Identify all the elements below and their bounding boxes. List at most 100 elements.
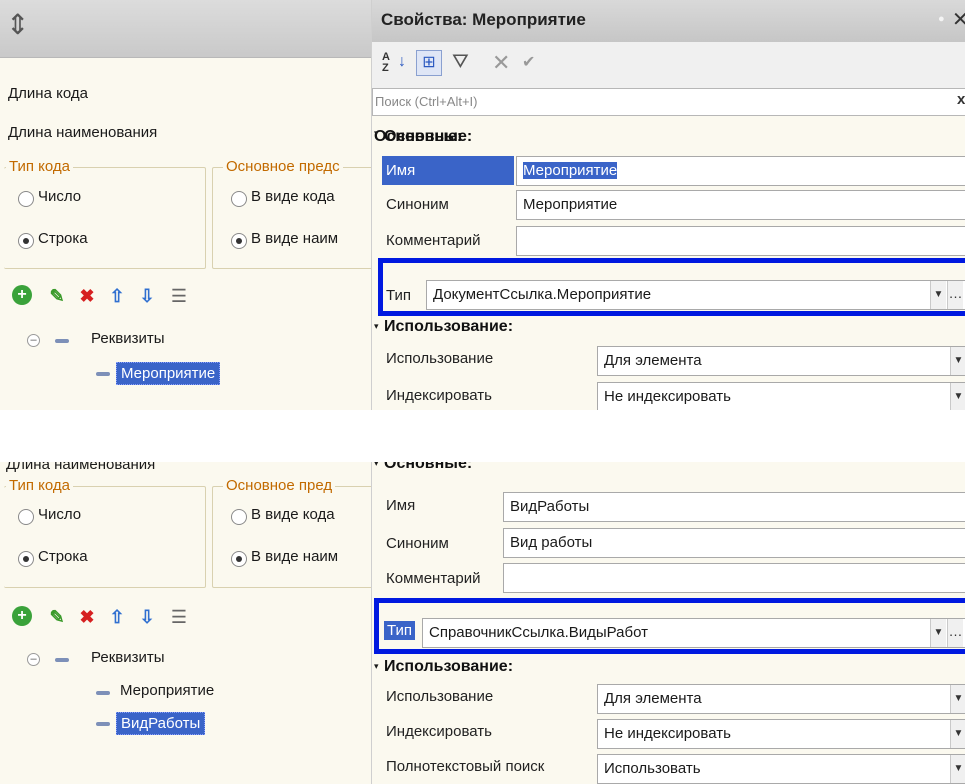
bottom-left-panel: Длина наименования Тип кода Число Строка… <box>0 462 371 784</box>
code-type-group-label: Тип кода <box>6 158 74 175</box>
filter-icon[interactable]: ⛛ <box>452 51 469 74</box>
repr-name-radio[interactable] <box>231 233 247 249</box>
section-collapse-icon[interactable]: ▾ <box>374 128 379 139</box>
index-field[interactable]: Не индексировать <box>597 719 965 749</box>
type-field[interactable]: ДокументСсылка.Мероприятие <box>426 280 965 310</box>
attribute-icon <box>96 722 110 726</box>
properties-panel: Свойства: Мероприятие ● ✕ AZ ↓ ⊞ ⛛ ✕ ✔ П… <box>371 0 965 410</box>
type-label: Тип <box>384 621 416 640</box>
usage-value: Для элемента <box>604 690 702 707</box>
type-select-button[interactable]: … <box>947 281 963 309</box>
usage-value: Для элемента <box>604 352 702 369</box>
properties-title: Свойства: Мероприятие <box>381 10 586 29</box>
pin-icon[interactable]: ● <box>938 13 945 25</box>
add-icon[interactable]: + <box>12 606 32 626</box>
tree-item[interactable]: Мероприятие <box>120 682 214 699</box>
resize-cursor-icon: ⇕ <box>6 9 30 40</box>
code-type-string-radio[interactable] <box>18 551 34 567</box>
tree-collapse-icon[interactable]: – <box>27 653 40 666</box>
search-input[interactable]: Поиск (Ctrl+Alt+I) x <box>372 88 965 116</box>
sort-az-icon[interactable]: AZ <box>382 52 390 74</box>
name-value: Мероприятие <box>523 162 618 179</box>
section-main-header: Основные: <box>384 462 473 472</box>
name-label: Имя <box>386 162 416 179</box>
type-label: Тип <box>386 287 412 304</box>
usage-dropdown-arrow-icon[interactable]: ▼ <box>950 685 965 713</box>
sort-arrow-icon: ↓ <box>398 53 406 70</box>
usage-dropdown-arrow-icon[interactable]: ▼ <box>950 347 965 375</box>
fulltext-value: Использовать <box>604 760 701 777</box>
comment-field[interactable] <box>503 563 965 593</box>
move-up-icon[interactable]: ⇧ <box>106 606 128 628</box>
fulltext-field[interactable]: Использовать <box>597 754 965 784</box>
index-dropdown-arrow-icon[interactable]: ▼ <box>950 720 965 748</box>
code-type-number-radio[interactable] <box>18 191 34 207</box>
move-down-icon[interactable]: ⇩ <box>136 606 158 628</box>
edit-icon[interactable]: ✎ <box>46 285 68 307</box>
section-collapse-icon[interactable]: ▾ <box>374 462 379 469</box>
usage-label: Использование <box>386 688 494 705</box>
list-icon[interactable]: ☰ <box>168 606 190 628</box>
type-dropdown-arrow-icon[interactable]: ▼ <box>930 281 946 309</box>
delete-icon[interactable]: ✖ <box>76 285 98 307</box>
attributes-toolbar: + ✎ ✖ ⇧ ⇩ ☰ <box>0 604 371 634</box>
cancel-icon[interactable]: ✕ <box>492 50 510 76</box>
properties-toolbar: AZ ↓ ⊞ ⛛ ✕ ✔ <box>372 42 965 88</box>
list-icon[interactable]: ☰ <box>168 285 190 307</box>
type-dropdown-arrow-icon[interactable]: ▼ <box>930 619 946 647</box>
categories-icon[interactable]: ⊞ <box>416 50 442 76</box>
section-usage-header: Использование: <box>384 318 514 335</box>
properties-titlebar: Свойства: Мероприятие ● ✕ <box>372 0 965 42</box>
section-usage-collapse-icon[interactable]: ▾ <box>374 661 379 672</box>
move-down-icon[interactable]: ⇩ <box>136 285 158 307</box>
name-field[interactable]: ВидРаботы <box>503 492 965 522</box>
left-panel-header: ⇕ <box>0 0 371 58</box>
usage-field[interactable]: Для элемента <box>597 684 965 714</box>
code-type-group: Тип кода Число Строка <box>4 158 206 269</box>
repr-code-label: В виде кода <box>251 506 335 523</box>
tree-item-selected[interactable]: Мероприятие <box>116 362 221 385</box>
synonym-value: Вид работы <box>510 534 593 551</box>
repr-code-radio[interactable] <box>231 191 247 207</box>
tree-item-selected[interactable]: ВидРаботы <box>116 712 206 735</box>
code-type-number-label: Число <box>38 188 82 205</box>
properties-panel-bottom: ▾ Основные: Имя ВидРаботы Синоним Вид ра… <box>371 462 965 784</box>
close-icon[interactable]: ✕ <box>952 7 965 32</box>
code-type-string-radio[interactable] <box>18 233 34 249</box>
comment-field[interactable] <box>516 226 965 256</box>
main-repr-group: Основное пред В виде кода В виде наим <box>212 477 371 588</box>
index-value: Не индексировать <box>604 388 731 405</box>
tree-root-label[interactable]: Реквизиты <box>91 330 165 347</box>
name-value: ВидРаботы <box>510 498 590 515</box>
delete-icon[interactable]: ✖ <box>76 606 98 628</box>
add-icon[interactable]: + <box>12 285 32 305</box>
top-left-panel: ⇕ Длина кода Длина наименования Тип кода… <box>0 0 371 410</box>
name-field[interactable]: Мероприятие <box>516 156 965 186</box>
code-type-string-label: Строка <box>38 230 88 247</box>
fulltext-label: Полнотекстовый поиск <box>386 758 545 775</box>
edit-icon[interactable]: ✎ <box>46 606 68 628</box>
move-up-icon[interactable]: ⇧ <box>106 285 128 307</box>
tree-collapse-icon[interactable]: – <box>27 334 40 347</box>
index-field[interactable]: Не индексировать <box>597 382 965 410</box>
type-value: ДокументСсылка.Мероприятие <box>433 286 652 303</box>
fulltext-dropdown-arrow-icon[interactable]: ▼ <box>950 755 965 783</box>
main-repr-group-label: Основное пред <box>223 477 336 494</box>
index-dropdown-arrow-icon[interactable]: ▼ <box>950 383 965 410</box>
search-clear-icon[interactable]: x <box>957 91 965 108</box>
synonym-field[interactable]: Вид работы <box>503 528 965 558</box>
type-select-button[interactable]: … <box>947 619 963 647</box>
repr-name-label: В виде наим <box>251 230 339 247</box>
repr-name-radio[interactable] <box>231 551 247 567</box>
repr-code-radio[interactable] <box>231 509 247 525</box>
synonym-label: Синоним <box>386 535 449 552</box>
usage-field[interactable]: Для элемента <box>597 346 965 376</box>
synonym-field[interactable]: Мероприятие <box>516 190 965 220</box>
code-type-number-radio[interactable] <box>18 509 34 525</box>
check-icon[interactable]: ✔ <box>522 52 535 72</box>
type-field[interactable]: СправочникСсылка.ВидыРабот <box>422 618 965 648</box>
section-usage-collapse-icon[interactable]: ▾ <box>374 321 379 332</box>
name-length-label: Длина наименования <box>8 124 158 141</box>
tree-root-label[interactable]: Реквизиты <box>91 649 165 666</box>
attribute-group-icon <box>55 658 69 662</box>
